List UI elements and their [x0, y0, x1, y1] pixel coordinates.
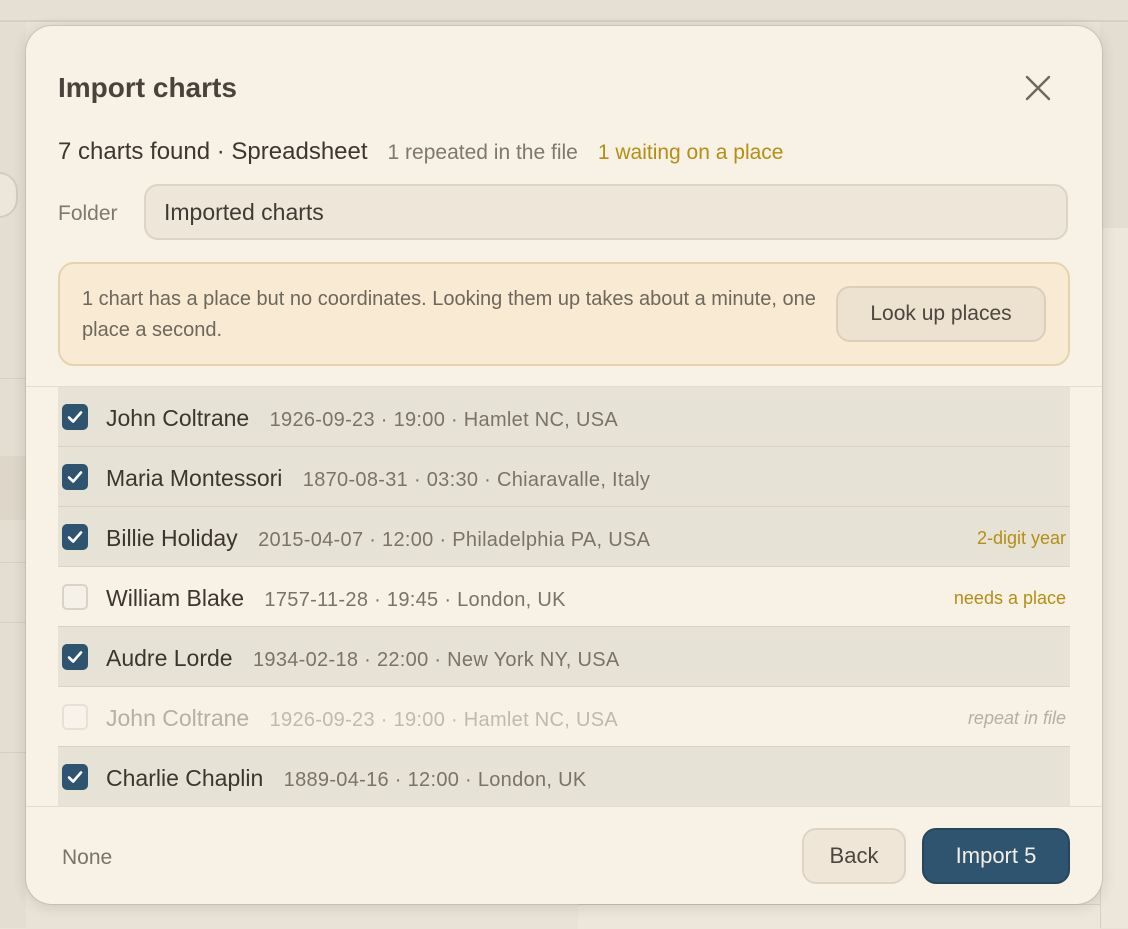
chart-name: Audre Lorde 1934-02-18 · 22:00 · New Yor… — [106, 645, 619, 672]
row-checkbox[interactable] — [62, 524, 88, 550]
import-charts-dialog: Import charts 7 charts found · Spreadshe… — [26, 26, 1102, 904]
dialog-title: Import charts — [58, 72, 237, 103]
row-repeat-note: repeat in file — [967, 708, 1066, 728]
checkmark-icon — [67, 471, 83, 483]
chart-details: 1889-04-16 · 12:00 · London, UK — [283, 769, 587, 791]
select-none-button[interactable]: None — [62, 846, 112, 870]
background-toolbar — [0, 0, 1128, 22]
close-button[interactable] — [1018, 68, 1058, 108]
chart-details: 1934-02-18 · 22:00 · New York NY, USA — [252, 649, 620, 671]
geocode-notice: 1 chart has a place but no coordinates. … — [58, 262, 1070, 366]
chart-name: Maria Montessori 1870-08-31 · 03:30 · Ch… — [106, 465, 650, 492]
chart-row: Billie Holiday 2015-04-07 · 12:00 · Phil… — [58, 507, 1070, 567]
look-up-places-button[interactable]: Look up places — [836, 286, 1046, 342]
row-warning: needs a place — [953, 588, 1066, 608]
background-chart-panel — [1100, 228, 1128, 928]
row-warning: 2-digit year — [976, 528, 1066, 548]
chart-details: 2015-04-07 · 12:00 · Philadelphia PA, US… — [258, 529, 651, 551]
checkmark-icon — [67, 411, 83, 423]
chart-name-text: Maria Montessori — [106, 465, 283, 491]
chart-name: John Coltrane 1926-09-23 · 19:00 · Hamle… — [106, 705, 618, 732]
background-chart-area — [578, 904, 1100, 929]
chart-details: 1926-09-23 · 19:00 · Hamlet NC, USA — [269, 709, 619, 731]
background-row — [0, 456, 26, 520]
chart-row: Charlie Chaplin 1889-04-16 · 12:00 · Lon… — [58, 747, 1070, 807]
chart-row: John Coltrane 1926-09-23 · 19:00 · Hamle… — [58, 387, 1070, 447]
import-summary: 7 charts found · Spreadsheet 1 repeated … — [58, 138, 783, 166]
chart-name-text: William Blake — [106, 585, 245, 611]
row-checkbox[interactable] — [62, 464, 88, 490]
background-pill — [0, 172, 18, 218]
chart-name: John Coltrane 1926-09-23 · 19:00 · Hamle… — [106, 405, 618, 432]
charts-found-count: 7 charts found · Spreadsheet — [58, 138, 368, 165]
chart-list: John Coltrane 1926-09-23 · 19:00 · Hamle… — [58, 387, 1070, 807]
import-button[interactable]: Import 5 — [922, 828, 1070, 884]
background-divider — [0, 378, 26, 379]
chart-name-text: Charlie Chaplin — [106, 765, 264, 791]
background-divider — [0, 562, 26, 563]
chart-row-duplicate: John Coltrane 1926-09-23 · 19:00 · Hamle… — [58, 687, 1070, 747]
back-button[interactable]: Back — [802, 828, 906, 884]
background-right-panel — [1100, 22, 1128, 928]
checkmark-icon — [67, 771, 83, 783]
chart-name-text: Audre Lorde — [106, 645, 233, 671]
waiting-count: 1 waiting on a place — [597, 141, 784, 164]
background-divider — [0, 752, 26, 753]
repeated-count: 1 repeated in the file — [387, 141, 578, 164]
chart-details: 1757-11-28 · 19:45 · London, UK — [264, 589, 566, 611]
close-icon — [1025, 75, 1051, 101]
row-checkbox[interactable] — [62, 644, 88, 670]
checkmark-icon — [67, 531, 83, 543]
folder-input[interactable] — [144, 184, 1068, 240]
chart-row: William Blake 1757-11-28 · 19:45 · Londo… — [58, 567, 1070, 627]
chart-details: 1926-09-23 · 19:00 · Hamlet NC, USA — [269, 409, 619, 431]
row-checkbox[interactable] — [62, 404, 88, 430]
background-left-panel — [0, 22, 26, 928]
background-divider — [0, 622, 26, 623]
chart-row: Maria Montessori 1870-08-31 · 03:30 · Ch… — [58, 447, 1070, 507]
row-checkbox[interactable] — [62, 584, 88, 610]
chart-name-text: John Coltrane — [106, 405, 250, 431]
checkmark-icon — [67, 651, 83, 663]
notice-text: 1 chart has a place but no coordinates. … — [82, 288, 816, 341]
chart-details: 1870-08-31 · 03:30 · Chiaravalle, Italy — [302, 469, 651, 491]
folder-label: Folder — [58, 202, 118, 225]
chart-name-text: John Coltrane — [106, 705, 250, 731]
chart-name: William Blake 1757-11-28 · 19:45 · Londo… — [106, 585, 566, 612]
chart-name: Billie Holiday 2015-04-07 · 12:00 · Phil… — [106, 525, 650, 552]
chart-row: Audre Lorde 1934-02-18 · 22:00 · New Yor… — [58, 627, 1070, 687]
row-checkbox[interactable] — [62, 764, 88, 790]
chart-name-text: Billie Holiday — [106, 525, 238, 551]
chart-name: Charlie Chaplin 1889-04-16 · 12:00 · Lon… — [106, 765, 586, 792]
row-checkbox — [62, 704, 88, 730]
footer-divider — [26, 806, 1102, 807]
